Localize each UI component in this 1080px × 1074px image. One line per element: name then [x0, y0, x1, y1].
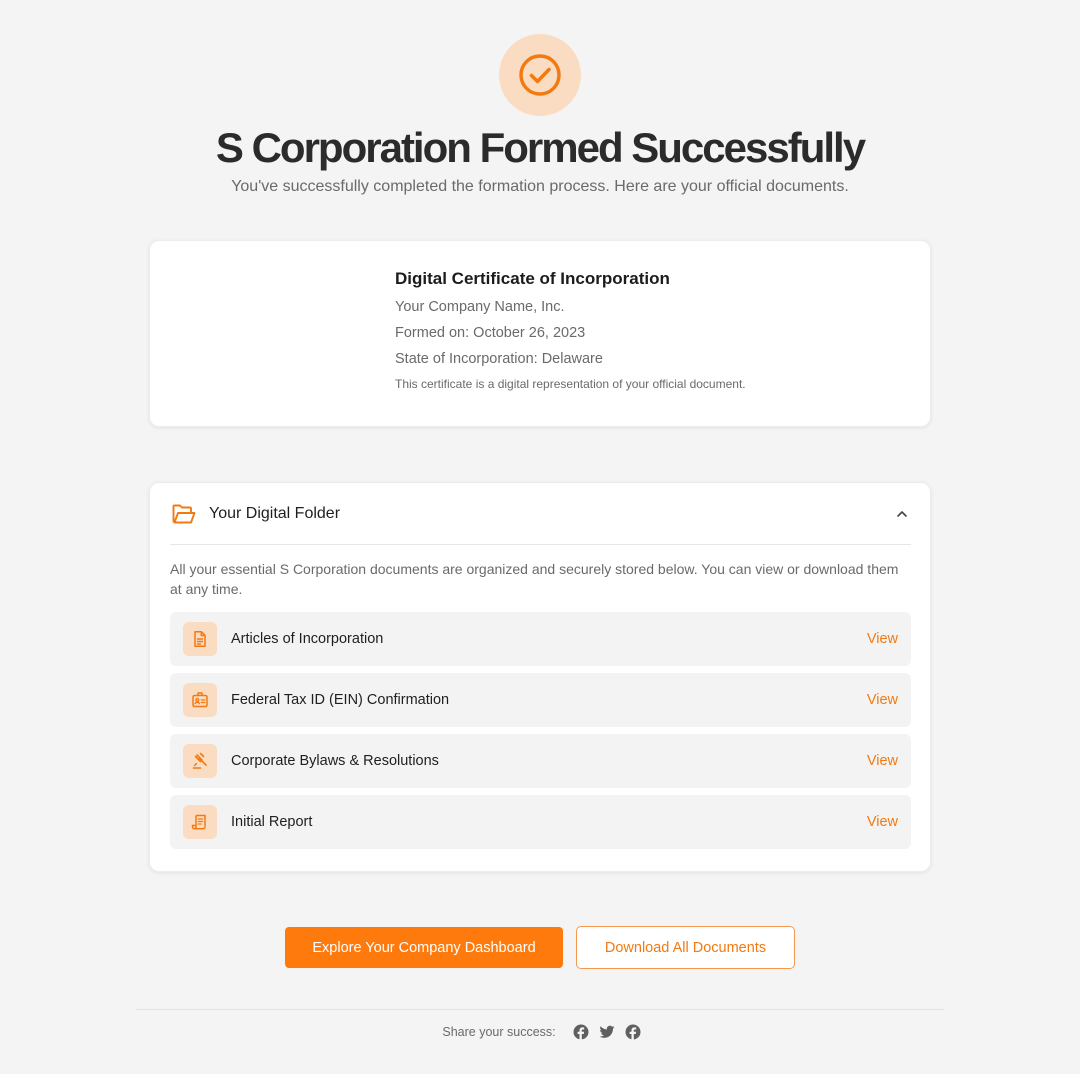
download-all-button[interactable]: Download All Documents: [576, 926, 795, 969]
facebook-icon[interactable]: [573, 1024, 589, 1040]
explore-dashboard-button[interactable]: Explore Your Company Dashboard: [285, 927, 563, 968]
view-link[interactable]: View: [867, 814, 898, 830]
certificate-state: State of Incorporation: Delaware: [395, 351, 603, 367]
twitter-icon[interactable]: [599, 1024, 615, 1040]
page-title: S Corporation Formed Successfully: [215, 124, 866, 171]
document-icon-badge: [183, 805, 217, 839]
digital-folder-description: All your essential S Corporation documen…: [170, 561, 899, 597]
digital-folder-header[interactable]: Your Digital Folder: [170, 483, 911, 545]
folder-open-icon: [172, 504, 196, 523]
document-icon-badge: [183, 744, 217, 778]
report-scroll-icon: [191, 814, 206, 830]
document-label: Corporate Bylaws & Resolutions: [231, 753, 439, 769]
certificate-title: Digital Certificate of Incorporation: [395, 269, 670, 288]
view-link[interactable]: View: [867, 692, 898, 708]
facebook-icon[interactable]: [625, 1024, 641, 1040]
digital-folder-title: Your Digital Folder: [209, 504, 341, 522]
id-card-icon: [192, 692, 208, 708]
gavel-icon: [192, 752, 207, 769]
document-row-articles[interactable]: Articles of Incorporation View: [170, 612, 911, 666]
document-row-ein[interactable]: Federal Tax ID (EIN) Confirmation View: [170, 673, 911, 727]
check-circle-icon: [519, 54, 561, 96]
share-bar: Share your success:: [0, 1022, 1080, 1042]
certificate-card: Digital Certificate of Incorporation You…: [149, 240, 931, 427]
document-label: Federal Tax ID (EIN) Confirmation: [231, 692, 450, 708]
document-icon-badge: [183, 683, 217, 717]
success-badge: [499, 34, 581, 116]
chevron-up-icon[interactable]: [895, 507, 909, 521]
document-list: Articles of Incorporation View Federal T…: [170, 612, 911, 856]
view-link[interactable]: View: [867, 753, 898, 769]
certificate-note: This certificate is a digital representa…: [395, 377, 746, 391]
share-label: Share your success:: [442, 1025, 556, 1039]
document-row-initial-report[interactable]: Initial Report View: [170, 795, 911, 849]
digital-folder-card: Your Digital Folder All your essential S…: [149, 482, 931, 872]
certificate-formed-date: Formed on: October 26, 2023: [395, 325, 586, 341]
document-label: Articles of Incorporation: [231, 631, 384, 647]
footer-divider: [136, 1009, 944, 1010]
document-icon: [194, 631, 206, 647]
document-row-bylaws[interactable]: Corporate Bylaws & Resolutions View: [170, 734, 911, 788]
certificate-company: Your Company Name, Inc.: [395, 299, 565, 315]
view-link[interactable]: View: [867, 631, 898, 647]
document-label: Initial Report: [231, 814, 313, 830]
document-icon-badge: [183, 622, 217, 656]
page-subtitle: You've successfully completed the format…: [231, 178, 849, 195]
certificate-details: Digital Certificate of Incorporation You…: [395, 269, 915, 391]
